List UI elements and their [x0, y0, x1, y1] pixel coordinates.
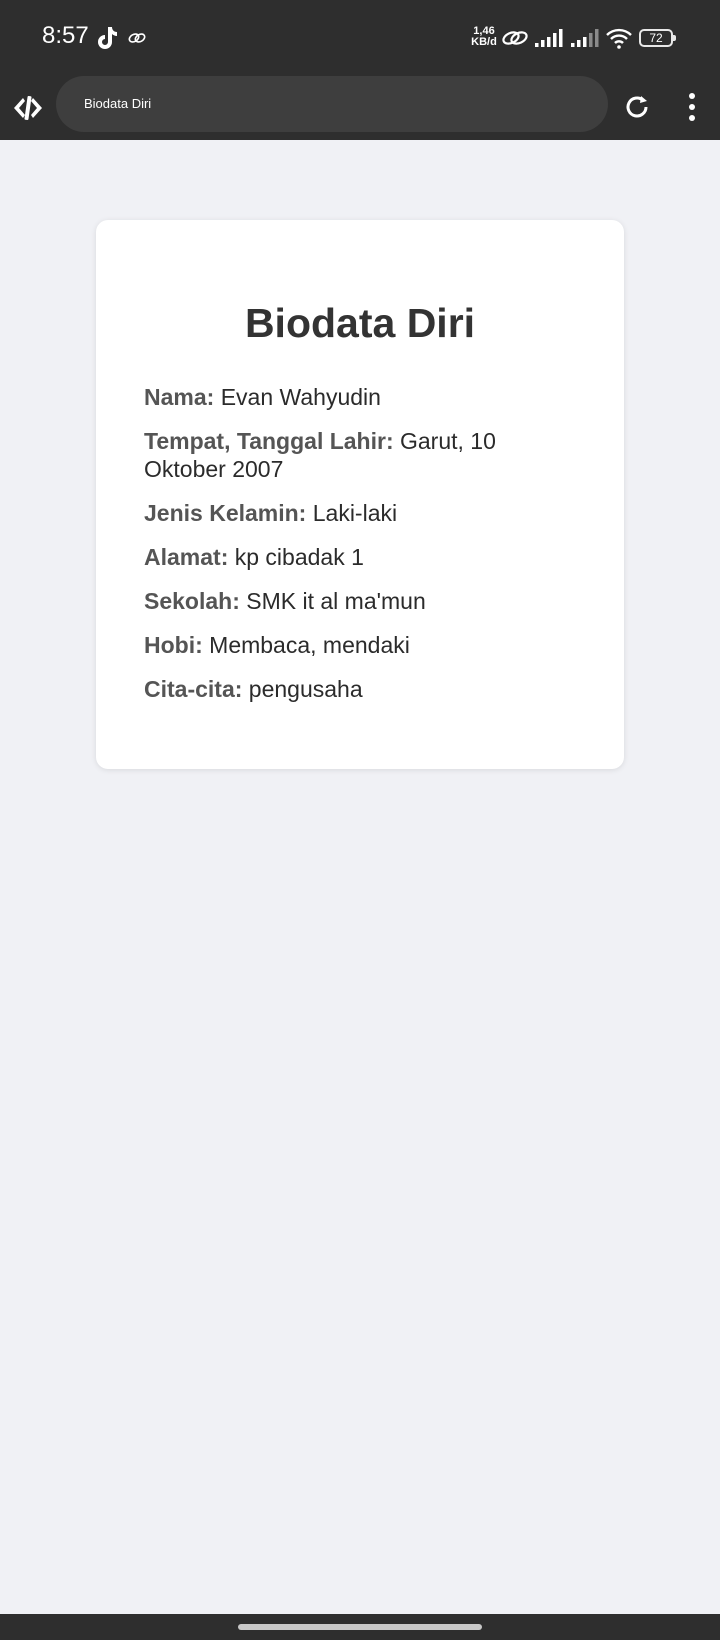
field-value: kp cibadak 1: [234, 544, 364, 570]
field-sekolah: Sekolah: SMK it al ma'mun: [144, 587, 584, 615]
field-cita-cita: Cita-cita: pengusaha: [144, 675, 584, 703]
field-label: Nama:: [144, 384, 215, 410]
card-title: Biodata Diri: [244, 300, 476, 346]
field-label: Tempat, Tanggal Lahir:: [144, 428, 394, 454]
page-content: Biodata Diri Nama: Evan Wahyudin Tempat,…: [0, 140, 720, 1614]
link-icon: [128, 33, 146, 43]
field-label: Cita-cita:: [144, 676, 243, 702]
wifi-icon: [606, 28, 632, 49]
app-logo-icon[interactable]: [12, 92, 44, 124]
field-label: Alamat:: [144, 544, 229, 570]
link-icon: [502, 31, 528, 45]
battery-icon: 72: [639, 29, 676, 47]
home-gesture-handle[interactable]: [238, 1624, 482, 1630]
field-value: SMK it al ma'mun: [246, 588, 426, 614]
reload-icon[interactable]: [622, 92, 652, 122]
field-value: Membaca, mendaki: [209, 632, 410, 658]
address-bar[interactable]: Biodata Diri: [56, 76, 608, 132]
field-label: Jenis Kelamin:: [144, 500, 307, 526]
status-bar: 8:57 1,46 KB/d 72: [0, 0, 720, 76]
field-nama: Nama: Evan Wahyudin: [144, 383, 584, 411]
battery-level: 72: [649, 31, 663, 45]
more-vert-icon[interactable]: [682, 90, 702, 124]
cellular-signal-icon: [535, 29, 563, 47]
field-alamat: Alamat: kp cibadak 1: [144, 543, 584, 571]
cellular-signal-icon: [571, 29, 599, 47]
status-time: 8:57: [42, 22, 89, 49]
field-label: Hobi:: [144, 632, 203, 658]
network-rate: 1,46 KB/d: [470, 26, 498, 48]
field-value: Laki-laki: [312, 500, 398, 526]
field-value: Evan Wahyudin: [220, 384, 381, 410]
navigation-bar: [0, 1614, 720, 1640]
field-value: pengusaha: [248, 676, 363, 702]
field-label: Sekolah:: [144, 588, 240, 614]
field-tempat-tanggal-lahir: Tempat, Tanggal Lahir: Garut, 10 Oktober…: [144, 427, 584, 483]
tiktok-icon: [98, 27, 117, 49]
biodata-card: Biodata Diri Nama: Evan Wahyudin Tempat,…: [96, 220, 624, 769]
field-jenis-kelamin: Jenis Kelamin: Laki-laki: [144, 499, 584, 527]
browser-toolbar: Biodata Diri: [0, 76, 720, 140]
network-rate-unit: KB/d: [471, 36, 497, 48]
field-hobi: Hobi: Membaca, mendaki: [144, 631, 584, 659]
page-title-text: Biodata Diri: [84, 96, 152, 111]
